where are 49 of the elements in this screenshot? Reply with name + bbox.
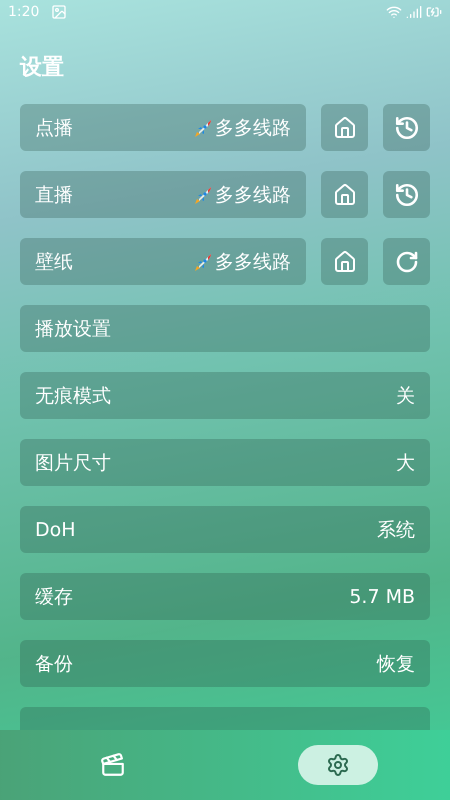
source-row[interactable]: 点播 多多线路 xyxy=(20,104,306,151)
clapperboard-icon xyxy=(100,752,126,778)
row-value: 系统 xyxy=(377,518,415,542)
home-icon xyxy=(332,182,356,206)
home-button[interactable] xyxy=(321,238,368,285)
home-icon xyxy=(332,116,356,140)
row-label: 播放设置 xyxy=(35,316,111,342)
row-label: 备份 xyxy=(35,652,73,676)
wifi-icon xyxy=(386,4,402,20)
row-label: 无痕模式 xyxy=(35,384,111,408)
setting-row[interactable]: 备份 恢复 xyxy=(20,640,430,687)
setting-row[interactable]: 无痕模式 关 xyxy=(20,372,430,419)
image-icon xyxy=(51,4,68,20)
setting-row[interactable]: DoH 系统 xyxy=(20,506,430,553)
page-title: 设置 xyxy=(18,54,65,82)
row-value: 恢复 xyxy=(377,652,415,676)
row-label: 直播 xyxy=(35,182,73,208)
home-icon xyxy=(332,250,356,274)
refresh-button[interactable] xyxy=(383,238,430,285)
row-label: DoH xyxy=(35,518,76,540)
setting-row[interactable]: 播放设置 xyxy=(20,305,430,352)
row-value: 多多线路 xyxy=(215,182,291,208)
refresh-icon xyxy=(394,250,418,274)
rocket-icon xyxy=(193,252,213,272)
home-button[interactable] xyxy=(321,171,368,218)
row-label: 壁纸 xyxy=(35,250,73,274)
row-value: 大 xyxy=(396,450,415,476)
history-button[interactable] xyxy=(383,104,430,151)
row-value: 多多线路 xyxy=(215,250,291,274)
setting-row[interactable]: 图片尺寸 大 xyxy=(20,439,430,486)
source-row[interactable]: 壁纸 多多线路 xyxy=(20,238,306,285)
rocket-icon xyxy=(193,118,213,138)
row-value: 关 xyxy=(396,384,415,408)
history-icon xyxy=(394,182,420,208)
row-value: 5.7 MB xyxy=(349,586,415,608)
row-label: 图片尺寸 xyxy=(35,450,111,476)
signal-icon xyxy=(406,4,422,20)
home-button[interactable] xyxy=(321,104,368,151)
history-button[interactable] xyxy=(383,171,430,218)
settings-tab[interactable] xyxy=(298,745,378,785)
setting-row[interactable]: 缓存 5.7 MB xyxy=(20,573,430,620)
row-label: 点播 xyxy=(35,116,73,140)
rocket-icon xyxy=(193,184,213,204)
row-value: 多多线路 xyxy=(215,116,291,140)
settings-icon xyxy=(326,753,350,777)
history-icon xyxy=(394,114,420,140)
row-label: 缓存 xyxy=(35,584,73,610)
status-time: 1:20 xyxy=(8,4,40,20)
source-row[interactable]: 直播 多多线路 xyxy=(20,171,306,218)
